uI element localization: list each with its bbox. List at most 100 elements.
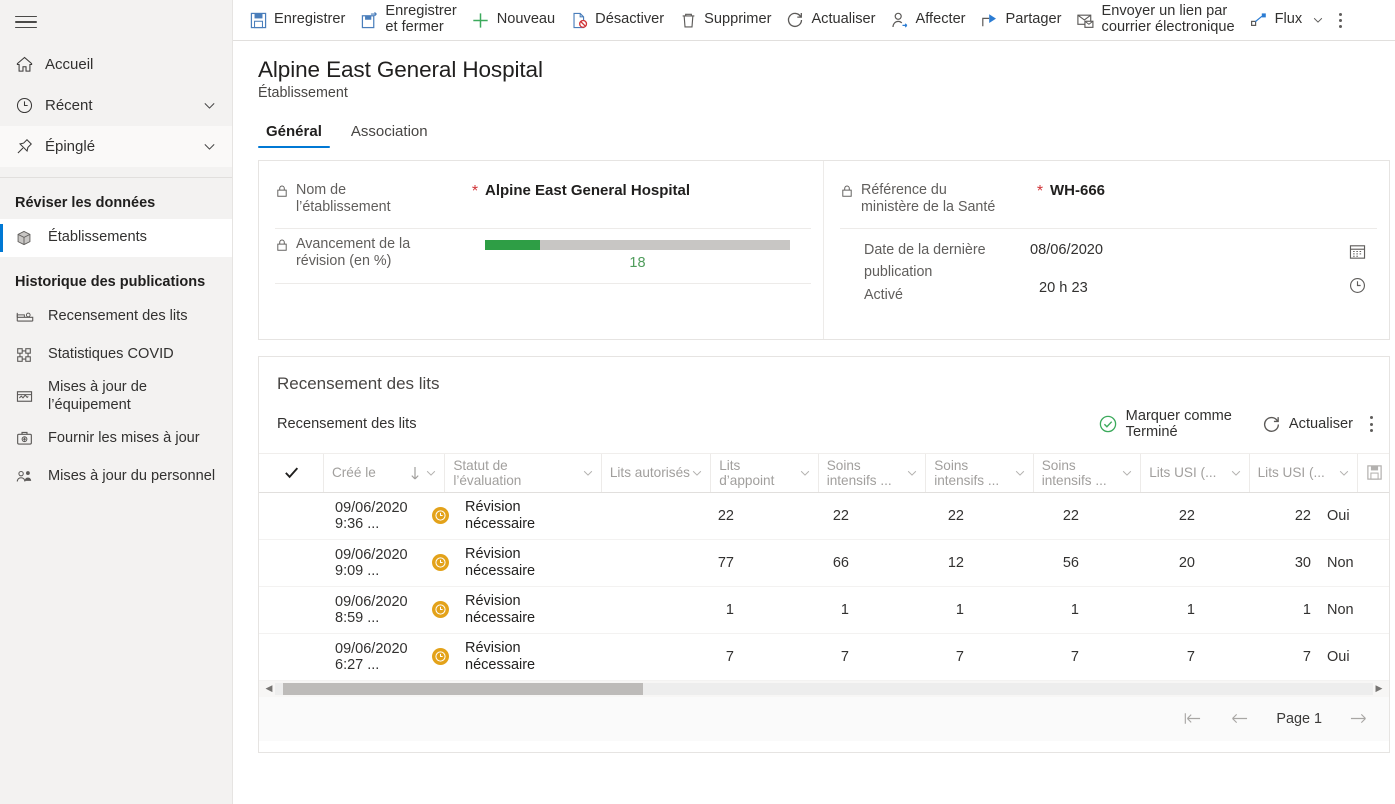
- calendar-icon[interactable]: [1348, 242, 1367, 261]
- last-published-date-value[interactable]: 08/06/2020: [1030, 239, 1337, 263]
- scroll-right-arrow[interactable]: ▶: [1373, 683, 1385, 694]
- cell-evaluation-status[interactable]: Révision nécessaire: [457, 493, 625, 539]
- cell-created[interactable]: 09/06/2020 8:59 ...: [327, 587, 457, 633]
- cell-numeric[interactable]: 7: [1203, 634, 1319, 680]
- assign-button[interactable]: Affecter: [883, 0, 973, 40]
- clock-icon[interactable]: [1348, 276, 1367, 295]
- table-row[interactable]: 09/06/2020 9:09 ... Révision nécessaire 77…: [259, 540, 1389, 587]
- last-published-time-value[interactable]: 20 h 23: [1030, 277, 1337, 301]
- scrollbar-track[interactable]: [275, 682, 1373, 695]
- column-header-authorized-beds[interactable]: Lits autorisés: [600, 453, 710, 492]
- cell-evaluation-status[interactable]: Révision nécessaire: [457, 634, 625, 680]
- first-page-icon[interactable]: [1182, 710, 1203, 727]
- sidebar-item-mises-a-jour-equipement[interactable]: Mises à jour de l’équipement: [0, 374, 232, 420]
- column-header-created[interactable]: Créé le: [322, 453, 444, 492]
- sidebar-item-etablissements[interactable]: Établissements: [0, 219, 232, 257]
- sidebar-item-fournir-les-mises-a-jour[interactable]: Fournir les mises à jour: [0, 420, 232, 458]
- cell-created[interactable]: 09/06/2020 6:27 ...: [327, 634, 457, 680]
- cell-numeric[interactable]: 22: [972, 493, 1087, 539]
- cell-boolean[interactable]: Non: [1319, 540, 1389, 586]
- cell-numeric[interactable]: 22: [1203, 493, 1319, 539]
- cell-numeric[interactable]: 22: [742, 493, 857, 539]
- cell-numeric[interactable]: 30: [1203, 540, 1319, 586]
- column-header-icu-beds-1[interactable]: Lits USI (...: [1140, 453, 1248, 492]
- next-page-icon[interactable]: [1348, 710, 1369, 727]
- cell-boolean[interactable]: Non: [1319, 587, 1389, 633]
- chevron-down-icon[interactable]: [1229, 466, 1243, 480]
- select-all-header[interactable]: [259, 454, 323, 492]
- save-button[interactable]: Enregistrer: [241, 0, 352, 40]
- tab-general[interactable]: Général: [258, 119, 330, 148]
- scrollbar-thumb[interactable]: [283, 682, 643, 695]
- cell-created[interactable]: 09/06/2020 9:36 ...: [327, 493, 457, 539]
- delete-button[interactable]: Supprimer: [671, 0, 778, 40]
- cell-numeric[interactable]: 22: [625, 493, 742, 539]
- cell-boolean[interactable]: Oui: [1319, 493, 1389, 539]
- scroll-left-arrow[interactable]: ◀: [263, 683, 275, 694]
- checkmark-icon[interactable]: [283, 464, 300, 481]
- new-button[interactable]: Nouveau: [464, 0, 562, 40]
- chevron-down-icon[interactable]: [798, 466, 812, 480]
- facility-name-value[interactable]: Alpine East General Hospital: [485, 182, 811, 199]
- row-select-cell[interactable]: [259, 634, 327, 680]
- health-ministry-ref-value[interactable]: WH-666: [1050, 182, 1377, 199]
- column-header-intensive-care-1[interactable]: Soins intensifs ...: [817, 453, 926, 492]
- cell-numeric[interactable]: 22: [857, 493, 972, 539]
- table-row[interactable]: 09/06/2020 6:27 ... Révision nécessaire 7 7…: [259, 634, 1389, 681]
- cell-numeric[interactable]: 12: [857, 540, 972, 586]
- chevron-down-icon[interactable]: [905, 466, 919, 480]
- row-select-cell[interactable]: [259, 540, 327, 586]
- chevron-down-icon[interactable]: [1013, 466, 1027, 480]
- email-link-button[interactable]: Envoyer un lien par courrier électroniqu…: [1069, 0, 1242, 40]
- cell-numeric[interactable]: 1: [857, 587, 972, 633]
- sort-descending-icon[interactable]: [408, 465, 422, 481]
- cell-numeric[interactable]: 1: [742, 587, 857, 633]
- row-select-cell[interactable]: [259, 587, 327, 633]
- cell-numeric[interactable]: 66: [742, 540, 857, 586]
- share-button[interactable]: Partager: [973, 0, 1069, 40]
- cell-numeric[interactable]: 7: [625, 634, 742, 680]
- sidebar-item-recent[interactable]: Récent: [0, 85, 232, 126]
- chevron-down-icon[interactable]: [1311, 13, 1325, 27]
- table-row[interactable]: 09/06/2020 8:59 ... Révision nécessaire 1 1…: [259, 587, 1389, 634]
- column-header-intensive-care-2[interactable]: Soins intensifs ...: [925, 453, 1033, 492]
- refresh-button[interactable]: Actualiser: [778, 0, 882, 40]
- cell-created[interactable]: 09/06/2020 9:09 ...: [327, 540, 457, 586]
- cell-numeric[interactable]: 20: [1087, 540, 1203, 586]
- sidebar-item-pinned[interactable]: Épinglé: [0, 126, 232, 167]
- tab-association[interactable]: Association: [343, 119, 436, 148]
- cell-numeric[interactable]: 77: [625, 540, 742, 586]
- horizontal-scrollbar[interactable]: ◀ ▶: [259, 680, 1389, 697]
- cell-numeric[interactable]: 1: [972, 587, 1087, 633]
- sidebar-item-mises-a-jour-personnel[interactable]: Mises à jour du personnel: [0, 458, 232, 496]
- column-header-intensive-care-3[interactable]: Soins intensifs ...: [1032, 453, 1141, 492]
- cell-numeric[interactable]: 7: [742, 634, 857, 680]
- row-select-cell[interactable]: [259, 493, 327, 539]
- cell-numeric[interactable]: 56: [972, 540, 1087, 586]
- sidebar-item-accueil[interactable]: Accueil: [0, 44, 232, 85]
- chevron-down-icon[interactable]: [581, 466, 595, 480]
- mark-as-complete-button[interactable]: Marquer comme Terminé: [1090, 406, 1240, 443]
- chevron-down-icon[interactable]: [424, 466, 438, 480]
- grid-save-button[interactable]: [1357, 453, 1389, 492]
- chevron-down-icon[interactable]: [201, 138, 218, 155]
- table-row[interactable]: 09/06/2020 9:36 ... Révision nécessaire 22…: [259, 493, 1389, 540]
- cell-evaluation-status[interactable]: Révision nécessaire: [457, 540, 625, 586]
- cell-numeric[interactable]: 1: [625, 587, 742, 633]
- chevron-down-icon[interactable]: [690, 466, 704, 480]
- cell-evaluation-status[interactable]: Révision nécessaire: [457, 587, 625, 633]
- hamburger-menu-button[interactable]: [0, 0, 232, 44]
- column-header-extra-beds[interactable]: Lits d’appoint: [710, 453, 818, 492]
- cell-numeric[interactable]: 7: [1087, 634, 1203, 680]
- chevron-down-icon[interactable]: [201, 97, 218, 114]
- cell-boolean[interactable]: Oui: [1319, 634, 1389, 680]
- grid-refresh-button[interactable]: Actualiser: [1254, 413, 1361, 436]
- cell-numeric[interactable]: 1: [1203, 587, 1319, 633]
- cell-numeric[interactable]: 7: [857, 634, 972, 680]
- more-commands-kebab[interactable]: [1334, 12, 1350, 28]
- cell-numeric[interactable]: 22: [1087, 493, 1203, 539]
- sidebar-item-recensement-des-lits[interactable]: Recensement des lits: [0, 298, 232, 336]
- deactivate-button[interactable]: Désactiver: [562, 0, 671, 40]
- grid-more-commands-kebab[interactable]: [1361, 416, 1381, 433]
- sidebar-item-statistiques-covid[interactable]: Statistiques COVID: [0, 336, 232, 374]
